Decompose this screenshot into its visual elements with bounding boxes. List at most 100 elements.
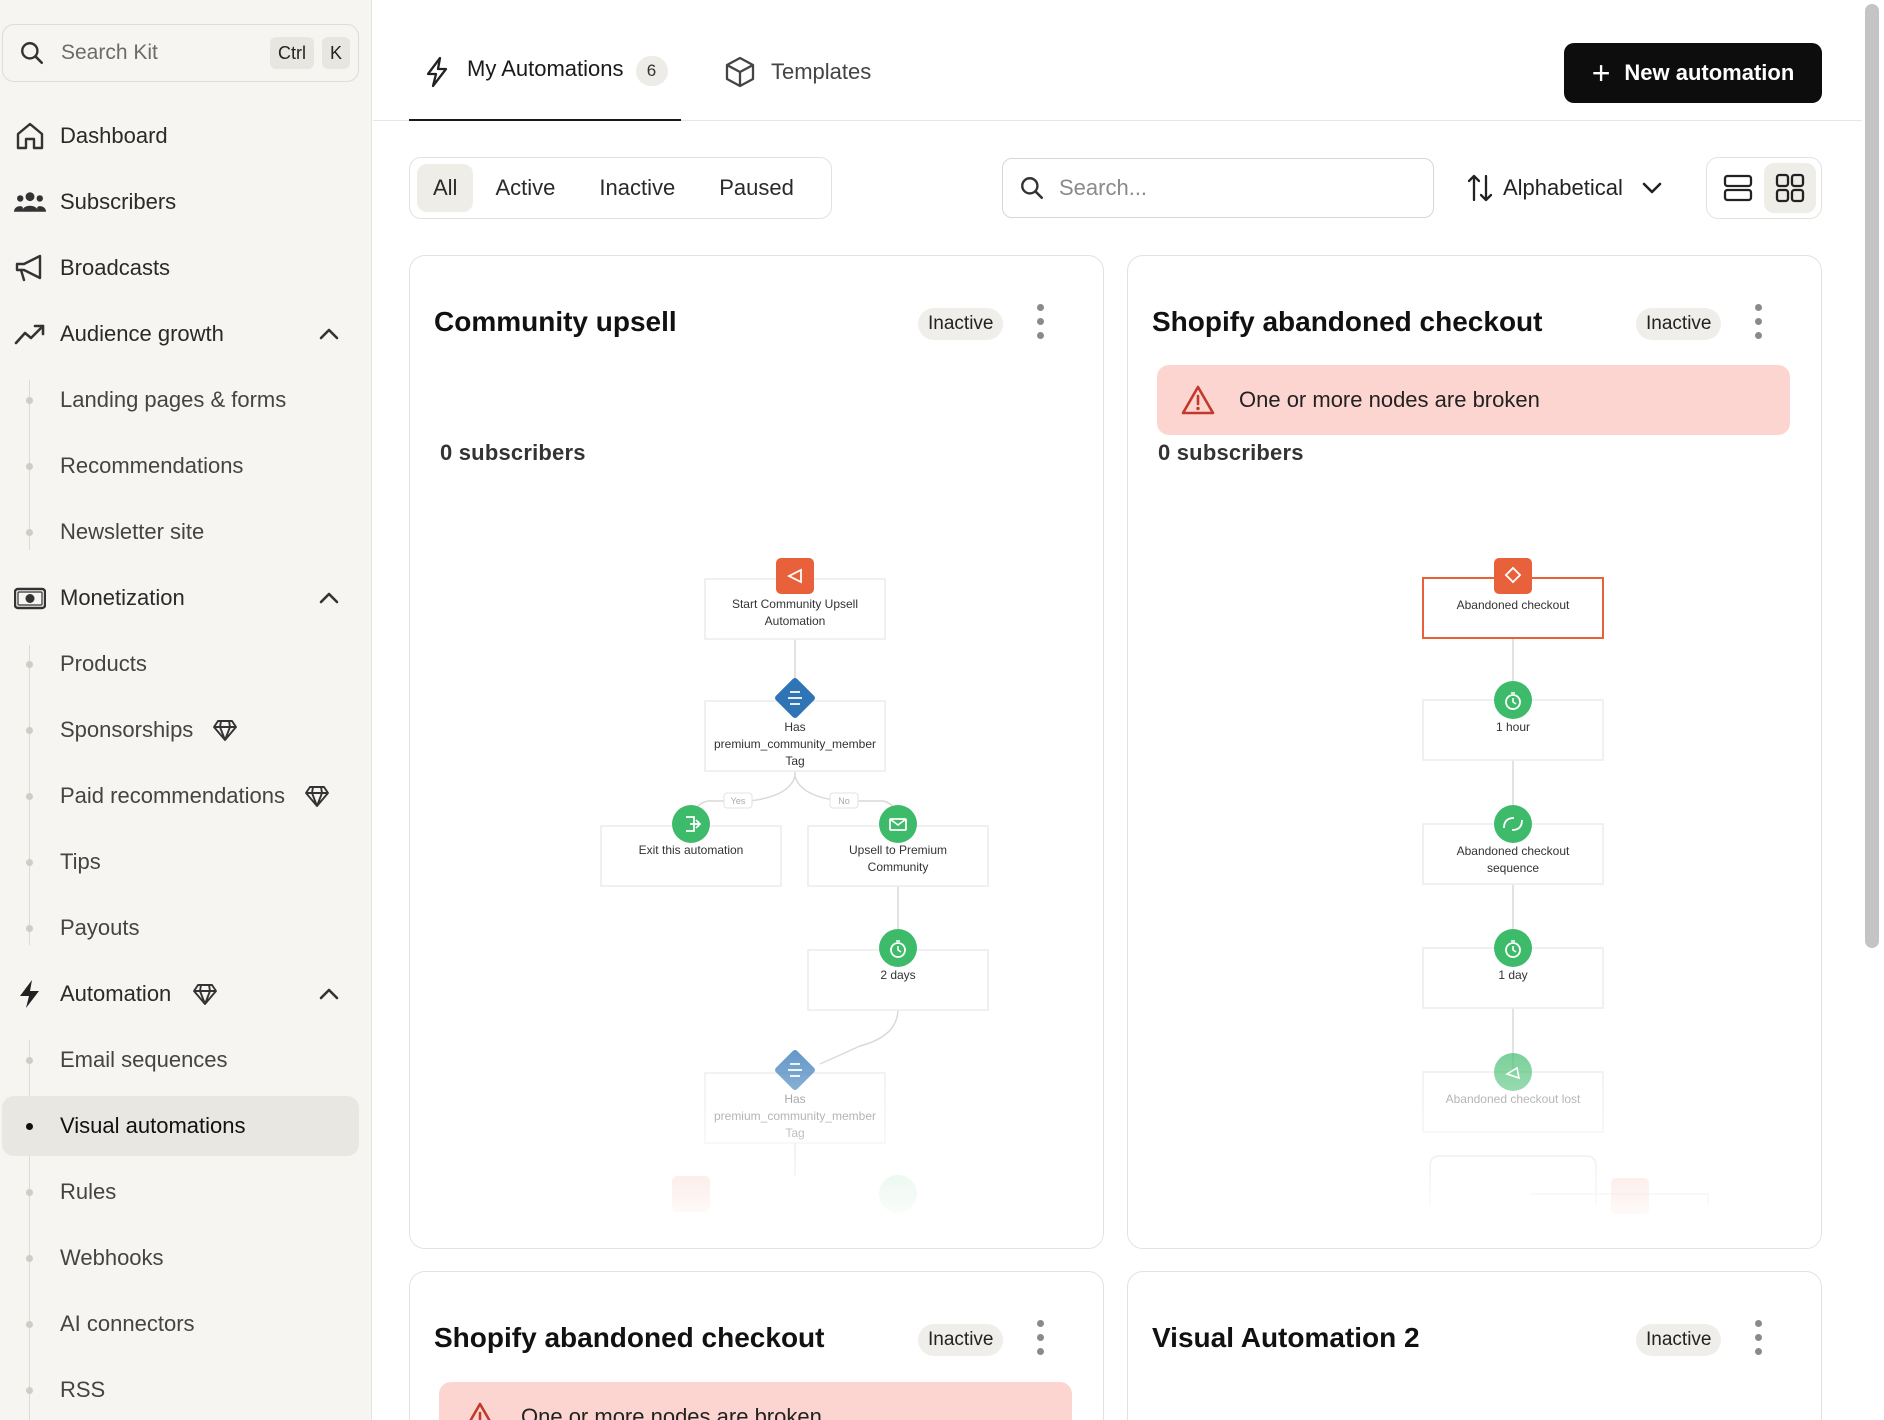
automation-card[interactable]: Visual Automation 2 Inactive	[1127, 1271, 1822, 1420]
search-input[interactable]	[1059, 175, 1399, 201]
sidebar-item-tips[interactable]: Tips	[0, 832, 360, 892]
nav-dashboard[interactable]: Dashboard	[0, 106, 360, 166]
lightning-icon	[426, 56, 448, 88]
chevron-up-icon[interactable]	[318, 984, 340, 1004]
bullet-dot	[26, 661, 33, 668]
node-delay2: 1 day	[1498, 968, 1527, 982]
nav-audience-growth-label: Audience growth	[60, 321, 224, 346]
filter-inactive[interactable]: Inactive	[577, 164, 697, 212]
sidebar-item-rss[interactable]: RSS	[0, 1360, 360, 1420]
sidebar-item-label: Payouts	[60, 915, 140, 940]
sidebar-item-label: RSS	[60, 1377, 106, 1402]
chevron-up-icon[interactable]	[318, 324, 340, 344]
node-sequence-line2: sequence	[1487, 861, 1539, 875]
nav-automation-label: Automation	[60, 981, 172, 1006]
node-condition2-line1: Has	[784, 1092, 805, 1106]
automation-card[interactable]: Shopify abandoned checkout Inactive One …	[1127, 255, 1822, 1249]
node-condition2-line2: premium_community_member	[714, 1109, 876, 1123]
sidebar-item-payouts[interactable]: Payouts	[0, 898, 360, 958]
node-start-line2: Automation	[765, 614, 826, 628]
bullet-dot	[26, 529, 33, 536]
sidebar-item-landing-pages[interactable]: Landing pages & forms	[0, 370, 360, 430]
card-title: Shopify abandoned checkout	[434, 1322, 825, 1353]
automation-card[interactable]: Shopify abandoned checkout Inactive One …	[409, 1271, 1104, 1420]
search-icon	[1021, 177, 1044, 200]
lightning-icon	[20, 980, 39, 1008]
no-label: No	[838, 796, 850, 806]
bullet-dot	[26, 793, 33, 800]
status-filter-group: All Active Inactive Paused	[409, 157, 832, 219]
sidebar-item-products[interactable]: Products	[0, 634, 360, 694]
sidebar-item-newsletter-site[interactable]: Newsletter site	[0, 502, 360, 562]
automation-card[interactable]: Community upsell Inactive 0 subscribers	[409, 255, 1104, 1249]
sidebar-item-visual-automations[interactable]: Visual automations	[2, 1096, 359, 1156]
bullet-dot	[26, 1057, 33, 1064]
sidebar-item-label: Paid recommendations	[60, 783, 286, 808]
new-automation-button[interactable]: + New automation	[1564, 43, 1822, 103]
sidebar-item-paid-recommendations[interactable]: Paid recommendations	[0, 766, 360, 826]
alert-label: One or more nodes are broken	[521, 1404, 822, 1420]
more-options-icon[interactable]	[1746, 1320, 1770, 1362]
node-delay: 2 days	[880, 968, 915, 982]
warning-icon	[469, 1402, 491, 1420]
node-condition-line1: Has	[784, 720, 805, 734]
automation-search	[1002, 158, 1434, 218]
node-delay1: 1 hour	[1496, 720, 1530, 734]
sort-arrows-icon	[1467, 174, 1493, 202]
bullet-dot	[26, 397, 33, 404]
node-lost: Abandoned checkout lost	[1446, 1092, 1581, 1106]
scrollbar-thumb[interactable]	[1865, 4, 1879, 948]
gem-icon	[213, 720, 237, 741]
sidebar-item-ai-connectors[interactable]: AI connectors	[0, 1294, 360, 1354]
tab-my-automations[interactable]: My Automations 6	[409, 40, 681, 121]
sidebar-item-label: Visual automations	[60, 1113, 246, 1138]
sidebar-item-rules[interactable]: Rules	[0, 1162, 360, 1222]
grid-view-button[interactable]	[1764, 163, 1816, 213]
sidebar-item-email-sequences[interactable]: Email sequences	[0, 1030, 360, 1090]
sidebar-item-sponsorships[interactable]: Sponsorships	[0, 700, 360, 760]
search-icon	[21, 42, 44, 65]
tab-templates[interactable]: Templates	[725, 40, 871, 104]
chevron-up-icon[interactable]	[318, 588, 340, 608]
nav-monetization[interactable]: Monetization	[0, 568, 360, 628]
nav-automation[interactable]: Automation	[0, 964, 360, 1024]
node-trigger: Abandoned checkout	[1457, 598, 1570, 612]
bullet-dot	[26, 463, 33, 470]
megaphone-icon	[15, 254, 42, 282]
sidebar-item-label: Sponsorships	[60, 717, 194, 742]
gem-icon	[193, 984, 217, 1005]
automation-count-badge: 6	[635, 56, 668, 86]
bullet-dot	[26, 859, 33, 866]
list-view-button[interactable]	[1712, 163, 1764, 213]
status-badge: Inactive	[918, 1324, 1004, 1356]
trending-up-icon	[14, 324, 45, 345]
workflow-preview: Abandoned checkout 1 hour Abandoned chec…	[1422, 558, 1709, 1214]
list-view-icon	[1723, 174, 1753, 202]
filter-all[interactable]: All	[417, 164, 474, 212]
new-automation-label: New automation	[1624, 60, 1795, 85]
sidebar: Search Kit Ctrl K Dashboard Subscribers …	[0, 0, 372, 1420]
cube-icon	[725, 56, 755, 88]
sort-dropdown[interactable]: Alphabetical	[1467, 170, 1663, 206]
broken-nodes-alert: One or more nodes are broken	[439, 1382, 1072, 1420]
search-kit-label: Search Kit	[61, 41, 158, 64]
bullet-dot	[26, 1321, 33, 1328]
sidebar-item-label: Landing pages & forms	[60, 387, 287, 412]
home-icon	[16, 122, 44, 150]
workflow-preview: Yes No Start Community Upsell Automation…	[600, 558, 989, 1213]
bullet-dot	[26, 1123, 33, 1130]
sidebar-item-label: Recommendations	[60, 453, 244, 478]
gem-icon	[305, 786, 329, 807]
search-kit-button[interactable]: Search Kit Ctrl K	[2, 24, 359, 82]
status-badge: Inactive	[1636, 1324, 1722, 1356]
node-condition2-line3: Tag	[785, 1126, 804, 1140]
nav-broadcasts[interactable]: Broadcasts	[0, 238, 360, 298]
kbd-ctrl: Ctrl	[269, 37, 314, 69]
filter-paused[interactable]: Paused	[697, 164, 816, 212]
nav-subscribers[interactable]: Subscribers	[0, 172, 360, 232]
sidebar-item-recommendations[interactable]: Recommendations	[0, 436, 360, 496]
sidebar-item-webhooks[interactable]: Webhooks	[0, 1228, 360, 1288]
more-options-icon[interactable]	[1028, 1320, 1052, 1362]
filter-active[interactable]: Active	[473, 164, 577, 212]
nav-audience-growth[interactable]: Audience growth	[0, 304, 360, 364]
